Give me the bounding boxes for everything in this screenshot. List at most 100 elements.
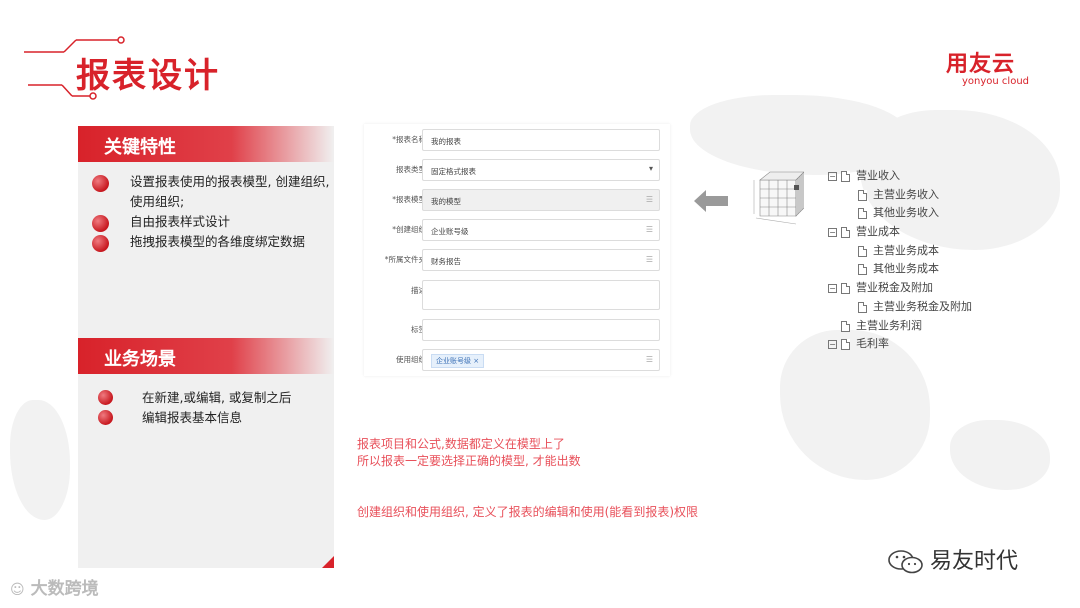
list-item: 在新建,或编辑, 或复制之后 (98, 388, 291, 408)
collapse-icon[interactable]: − (828, 227, 837, 237)
field-label: *报表模型 (392, 195, 426, 204)
page-title: 报表设计 (76, 56, 220, 96)
tree-node-label: 主营业务利润 (856, 319, 922, 332)
list-icon[interactable]: ☰ (646, 255, 653, 264)
watermark-text: 大数跨境 (30, 579, 99, 599)
field-value: 财务报告 (431, 257, 461, 266)
document-icon (841, 282, 850, 294)
feature-text: 设置报表使用的报表模型, 创建组织, 使用组织; (130, 174, 330, 209)
tree-node[interactable]: 其他业务收入 (858, 204, 939, 220)
tree-node[interactable]: − 营业税金及附加 (828, 279, 933, 295)
document-icon (858, 207, 867, 219)
tree-node[interactable]: − 营业成本 (828, 223, 900, 239)
report-name-input[interactable]: 我的报表 (422, 129, 660, 151)
tree-node-label: 其他业务成本 (873, 262, 939, 275)
tags-input[interactable] (422, 319, 660, 341)
list-item: 设置报表使用的报表模型, 创建组织, 使用组织; (92, 172, 330, 212)
document-icon (858, 189, 867, 201)
panel-corner (322, 556, 334, 568)
tree-node-label: 主营业务成本 (873, 244, 939, 257)
collapse-icon[interactable]: − (828, 171, 837, 181)
watermark-right: 易友时代 (888, 543, 1018, 575)
feature-text: 拖拽报表模型的各维度绑定数据 (130, 234, 306, 249)
folder-input[interactable]: 财务报告 ☰ (422, 249, 660, 271)
field-value: 企业账号级 (431, 227, 469, 236)
list-icon[interactable]: ☰ (646, 195, 653, 204)
note-text: 创建组织和使用组织, 定义了报表的编辑和使用(能看到报表)权限 (357, 505, 698, 519)
map-background (780, 330, 930, 480)
scenario-text: 编辑报表基本信息 (142, 410, 243, 425)
watermark-logo-icon: ☺ (10, 582, 25, 598)
form-row: 标签 (364, 319, 670, 341)
logo-cn: 用友云 (946, 52, 1016, 77)
list-icon[interactable]: ☰ (646, 225, 653, 234)
scenarios-header: 业务场景 (78, 338, 334, 374)
tree-node[interactable]: 主营业务成本 (858, 242, 939, 258)
map-background (950, 420, 1050, 490)
map-background (10, 400, 70, 520)
org-tag[interactable]: 企业账号级 × (431, 354, 485, 368)
tree-node[interactable]: − 营业收入 (828, 167, 900, 183)
tree-node-label: 主营业务税金及附加 (873, 300, 972, 313)
close-icon[interactable]: × (473, 357, 479, 365)
tree-node-label: 营业收入 (856, 169, 900, 182)
field-label: *所属文件夹 (384, 255, 426, 264)
description-textarea[interactable] (422, 280, 660, 310)
tree-node[interactable]: 主营业务税金及附加 (858, 298, 972, 314)
tree-node[interactable]: 其他业务成本 (858, 260, 939, 276)
list-item: 编辑报表基本信息 (98, 408, 291, 428)
tree-node-label: 毛利率 (856, 337, 889, 350)
data-cube-icon (753, 171, 804, 225)
tree-node-label: 其他业务收入 (873, 206, 939, 219)
report-model-input[interactable]: 我的模型 ☰ (422, 189, 660, 211)
tree-node-label: 营业税金及附加 (856, 281, 933, 294)
note-text: 所以报表一定要选择正确的模型, 才能出数 (357, 454, 581, 468)
wechat-icon (888, 550, 923, 574)
list-item: 拖拽报表模型的各维度绑定数据 (92, 232, 330, 252)
list-item: 自由报表样式设计 (92, 212, 330, 232)
bullet-icon (92, 215, 109, 232)
bullet-icon (92, 235, 109, 252)
list-icon[interactable]: ☰ (646, 355, 653, 364)
note-text: 报表项目和公式,数据都定义在模型上了 (357, 437, 565, 451)
bullet-icon (98, 390, 113, 405)
report-type-select[interactable]: 固定格式报表 ▾ (422, 159, 660, 181)
collapse-icon[interactable]: − (828, 283, 837, 293)
form-row: 报表类型 固定格式报表 ▾ (364, 159, 670, 181)
form-row: *报表名称 我的报表 (364, 129, 670, 151)
form-row: 使用组织 企业账号级 × ☰ (364, 349, 670, 371)
tree-node[interactable]: − 毛利率 (828, 335, 889, 351)
form-row: *所属文件夹 财务报告 ☰ (364, 249, 670, 271)
use-org-input[interactable]: 企业账号级 × ☰ (422, 349, 660, 371)
logo-en: yonyou cloud (962, 76, 1030, 87)
tree-node[interactable]: 主营业务利润 (841, 317, 922, 333)
field-value: 我的模型 (431, 197, 461, 206)
select-value: 固定格式报表 (431, 167, 476, 176)
field-label: *报表名称 (392, 135, 426, 144)
document-icon (858, 245, 867, 257)
document-icon (841, 338, 850, 350)
document-icon (858, 263, 867, 275)
scenario-text: 在新建,或编辑, 或复制之后 (142, 390, 292, 405)
arrow-left-icon (694, 190, 728, 212)
feature-text: 自由报表样式设计 (130, 214, 231, 229)
tree-node-label: 营业成本 (856, 225, 900, 238)
form-row: 描述 (364, 280, 670, 310)
bullet-icon (92, 175, 109, 192)
form-row: *报表模型 我的模型 ☰ (364, 189, 670, 211)
features-list: 设置报表使用的报表模型, 创建组织, 使用组织; 自由报表样式设计 拖拽报表模型… (92, 172, 330, 252)
create-org-input[interactable]: 企业账号级 ☰ (422, 219, 660, 241)
collapse-icon[interactable]: − (828, 339, 837, 349)
tree-node[interactable]: 主营业务收入 (858, 186, 939, 202)
scenarios-list: 在新建,或编辑, 或复制之后 编辑报表基本信息 (98, 388, 291, 428)
watermark-left: ☺ 大数跨境 (10, 574, 99, 599)
bullet-icon (98, 410, 113, 425)
document-icon (858, 301, 867, 313)
slide: 报表设计 用友云 yonyou cloud 关键特性 设置报表使用的报表模型, … (0, 0, 1080, 608)
caret-down-icon: ▾ (648, 164, 653, 173)
document-icon (841, 320, 850, 332)
yonyou-logo: 用友云 yonyou cloud (946, 46, 1036, 87)
document-icon (841, 226, 850, 238)
report-form: *报表名称 我的报表 报表类型 固定格式报表 ▾ *报表模型 我的模型 ☰ *创建组… (364, 124, 670, 376)
field-label: *创建组织 (392, 225, 426, 234)
